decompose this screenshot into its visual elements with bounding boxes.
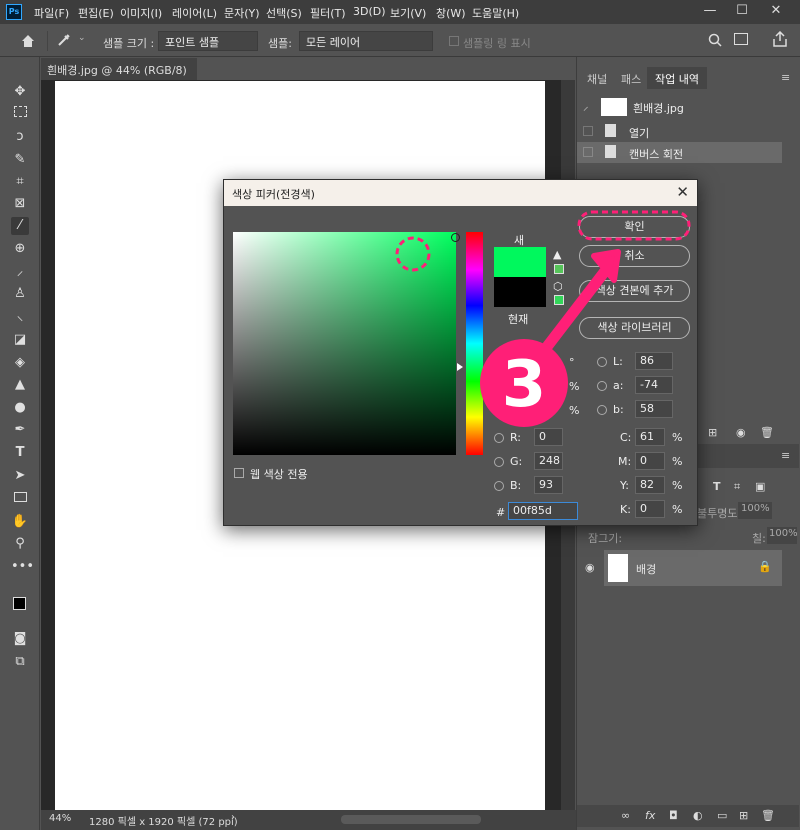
annotation-step-number: 3: [502, 348, 547, 422]
annotation-circle: [395, 236, 431, 272]
annotation-overlay: 3: [395, 210, 691, 427]
annotation-ok-highlight: [577, 210, 691, 241]
